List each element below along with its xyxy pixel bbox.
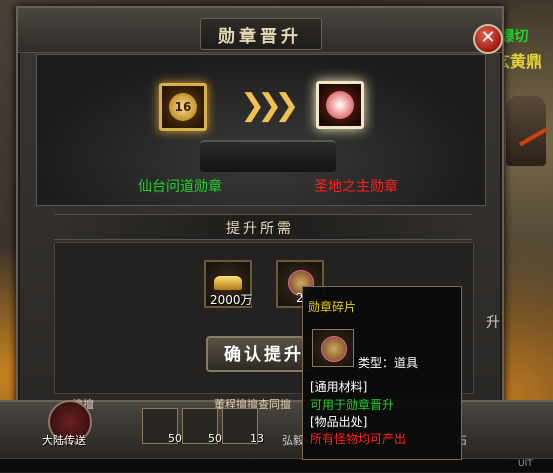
medal-fragment-icon xyxy=(321,336,347,362)
upgrade-arrow-icon: ❯❯❯ xyxy=(240,88,299,123)
hotbar-slot-count: 50 xyxy=(208,432,222,445)
altar-decoration xyxy=(200,140,336,172)
tooltip-line: [通用材料] xyxy=(310,380,368,394)
tooltip-item-icon xyxy=(312,329,354,367)
next-medal-emblem-icon xyxy=(326,91,354,119)
side-hint-text: 升 xyxy=(486,315,500,331)
teleport-label: 大陆传送 xyxy=(42,434,86,447)
close-button[interactable]: ✕ xyxy=(473,24,503,54)
current-medal-icon[interactable]: 16 xyxy=(159,83,207,131)
gold-cost-label: 2000万 xyxy=(210,293,253,307)
tooltip-type: 类型：道具 xyxy=(358,356,419,370)
hotbar-extra-text: 弘毅 xyxy=(282,434,304,447)
confirm-upgrade-button[interactable]: 确认提升 xyxy=(206,336,316,372)
tooltip-line: 可用于勋章晋升 xyxy=(310,398,395,412)
hotbar-slot-count: 50 xyxy=(168,432,182,445)
next-medal-icon[interactable] xyxy=(316,81,364,129)
tooltip-title: 勋章碎片 xyxy=(308,300,357,314)
current-medal-name: 仙台问道勋章 xyxy=(138,179,222,195)
next-medal-name: 圣地之主勋章 xyxy=(314,179,398,195)
panel-title: 勋章晋升 xyxy=(218,27,302,47)
bottom-status-strip xyxy=(0,458,553,472)
current-medal-level: 16 xyxy=(169,93,197,121)
gold-ingot-icon xyxy=(214,276,242,290)
tooltip-line: 所有怪物均可产出 xyxy=(310,432,407,446)
tooltip-line: [物品出处] xyxy=(310,415,368,429)
requirements-title: 提升所需 xyxy=(226,221,294,237)
status-strip-text: UIT xyxy=(518,459,533,469)
hotbar-slot-count: 13 xyxy=(250,432,264,445)
